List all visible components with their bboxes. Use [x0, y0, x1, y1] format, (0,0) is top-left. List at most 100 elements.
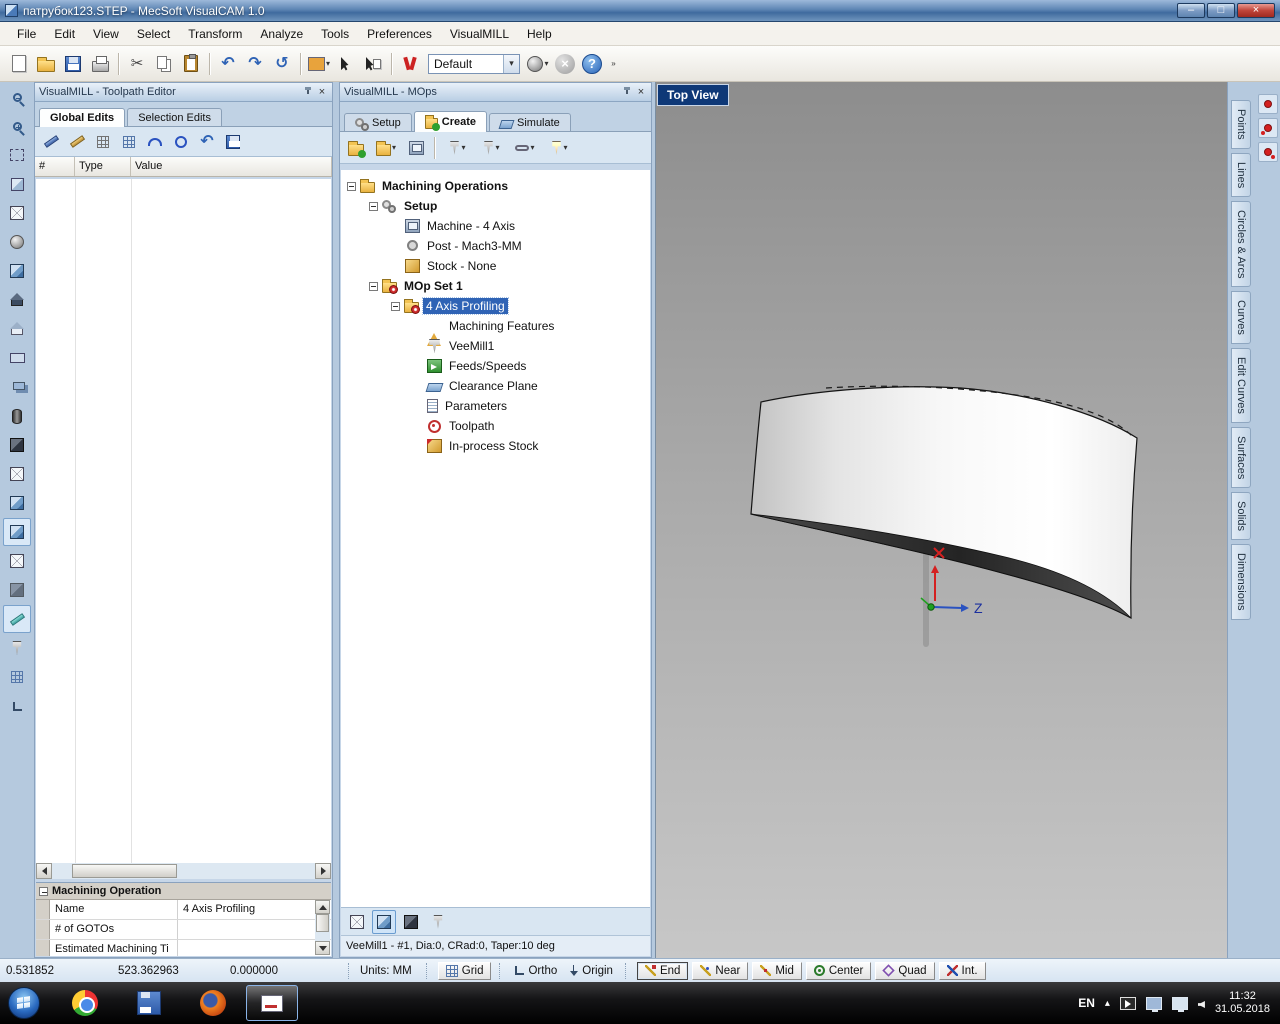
tree-item-toolpath[interactable]: Toolpath	[341, 416, 650, 436]
tree-item-machining-operations[interactable]: Machining Operations	[341, 176, 650, 196]
prop-row-name[interactable]: Name 4 Axis Profiling	[36, 900, 331, 920]
tab-solids[interactable]: Solids	[1231, 492, 1251, 541]
save-button[interactable]	[60, 51, 86, 77]
tree-item-post[interactable]: Post - Mach3-MM	[341, 236, 650, 256]
zoom-out-button[interactable]	[3, 83, 31, 111]
tab-surfaces[interactable]: Surfaces	[1231, 427, 1251, 489]
point-grid-button[interactable]	[1258, 142, 1278, 162]
menu-transform[interactable]: Transform	[179, 24, 251, 44]
tab-edit-curves[interactable]: Edit Curves	[1231, 348, 1251, 424]
snap-center-button[interactable]: Center	[805, 961, 872, 980]
tab-simulate[interactable]: Simulate	[489, 113, 571, 131]
collapse-icon[interactable]	[391, 301, 400, 311]
horizontal-scrollbar[interactable]	[36, 863, 331, 879]
scrollbar-thumb[interactable]	[72, 864, 177, 878]
tab-global-edits[interactable]: Global Edits	[39, 108, 126, 127]
circle-fit-button[interactable]	[169, 130, 193, 154]
column-value[interactable]: Value	[131, 157, 332, 176]
tool-holder-button[interactable]	[426, 910, 450, 934]
tab-setup[interactable]: Setup	[344, 113, 412, 131]
tree-item-setup[interactable]: Setup	[341, 196, 650, 216]
material-button[interactable]: ▾	[525, 51, 551, 77]
properties-scrollbar[interactable]	[315, 900, 330, 955]
post-menu-button[interactable]: ▾	[543, 136, 575, 160]
scrollbar-thumb[interactable]	[316, 914, 329, 932]
tree-item-veemill1[interactable]: VeeMill1	[341, 336, 650, 356]
tab-lines[interactable]: Lines	[1231, 152, 1251, 197]
taskbar-active-app-button[interactable]	[246, 985, 298, 1021]
origin-toggle[interactable]: Origin	[563, 963, 619, 979]
clock[interactable]: 11:32 31.05.2018	[1215, 990, 1270, 1016]
new-file-button[interactable]	[6, 51, 32, 77]
link-menu-button[interactable]: ▾	[509, 136, 541, 160]
tray-volume-icon[interactable]	[1197, 1001, 1205, 1008]
point-button[interactable]	[1258, 94, 1278, 114]
home-view-button[interactable]	[3, 286, 31, 314]
grid-display-button[interactable]	[3, 663, 31, 691]
zoom-selected-button[interactable]	[3, 199, 31, 227]
model-canvas[interactable]: Z	[656, 82, 1227, 958]
rotate-view-button[interactable]	[3, 228, 31, 256]
tree-item-4-axis-profiling[interactable]: 4 Axis Profiling	[341, 296, 650, 316]
toolpath-editor-header[interactable]: VisualMILL - Toolpath Editor ×	[35, 83, 332, 102]
restore-button[interactable]: □	[1207, 3, 1235, 18]
menu-help[interactable]: Help	[518, 24, 561, 44]
column-number[interactable]: #	[35, 157, 75, 176]
menu-select[interactable]: Select	[128, 24, 179, 44]
menu-file[interactable]: File	[8, 24, 45, 44]
menu-view[interactable]: View	[84, 24, 128, 44]
zoom-in-button[interactable]	[3, 112, 31, 140]
title-bar[interactable]: патрубок123.STEP - MecSoft VisualCAM 1.0…	[0, 0, 1280, 22]
tool-menu-button[interactable]: ▾	[441, 136, 473, 160]
brand-button[interactable]	[397, 51, 423, 77]
box-view-button[interactable]	[3, 460, 31, 488]
tree-item-parameters[interactable]: Parameters	[341, 396, 650, 416]
column-type[interactable]: Type	[75, 157, 131, 176]
select-entities-button[interactable]	[333, 51, 359, 77]
collapse-icon[interactable]	[369, 201, 378, 211]
tab-circles-arcs[interactable]: Circles & Arcs	[1231, 200, 1251, 288]
minimize-button[interactable]: –	[1177, 3, 1205, 18]
help-button[interactable]: ?	[579, 51, 605, 77]
paste-button[interactable]	[178, 51, 204, 77]
save-edit-button[interactable]	[221, 130, 245, 154]
tool-display-button[interactable]	[3, 634, 31, 662]
combo-dropdown-icon[interactable]: ▾	[503, 54, 519, 73]
toolpath-table-body[interactable]	[36, 179, 331, 863]
zoom-window-button[interactable]	[3, 141, 31, 169]
menu-edit[interactable]: Edit	[45, 24, 84, 44]
simulate-view-button[interactable]	[399, 910, 423, 934]
grid-toggle[interactable]: Grid	[437, 961, 492, 980]
profile-combo[interactable]: Default ▾	[428, 53, 520, 74]
stock-tool-view-button[interactable]	[372, 909, 396, 934]
tree-item-in-process-stock[interactable]: In-process Stock	[341, 436, 650, 456]
prop-row-gotos[interactable]: # of GOTOs	[36, 920, 331, 940]
front-view-button[interactable]	[3, 344, 31, 372]
tab-curves[interactable]: Curves	[1231, 291, 1251, 345]
abort-button[interactable]: ×	[552, 51, 578, 77]
menu-visualmill[interactable]: VisualMILL	[441, 24, 518, 44]
view-label[interactable]: Top View	[657, 84, 729, 106]
tray-media-icon[interactable]	[1119, 996, 1136, 1010]
snap-int-button[interactable]: Int.	[938, 961, 986, 980]
scroll-left-button[interactable]	[36, 863, 52, 879]
prop-row-machining-time[interactable]: Estimated Machining Ti	[36, 940, 331, 956]
taskbar-firefox-button[interactable]	[198, 988, 228, 1018]
mops-header[interactable]: VisualMILL - MOps ×	[340, 83, 651, 102]
tree-item-stock[interactable]: Stock - None	[341, 256, 650, 276]
undo-edit-button[interactable]: ↶	[195, 130, 219, 154]
undo-button[interactable]: ↶	[215, 51, 241, 77]
collapse-icon[interactable]	[347, 181, 356, 191]
snap-end-button[interactable]: End	[636, 961, 689, 980]
snap-quad-button[interactable]: Quad	[875, 961, 935, 980]
snap-mid-button[interactable]: Mid	[752, 961, 802, 980]
ortho-toggle[interactable]: Ortho	[509, 963, 563, 979]
zoom-extents-button[interactable]	[3, 170, 31, 198]
snap-near-button[interactable]: Near	[692, 961, 749, 980]
load-save-button[interactable]: ▾	[370, 136, 402, 160]
arc-fit-button[interactable]	[143, 130, 167, 154]
collapse-icon[interactable]	[39, 886, 48, 896]
scroll-down-button[interactable]	[315, 941, 330, 955]
tab-create[interactable]: Create	[413, 111, 487, 132]
tray-display-icon[interactable]	[1171, 996, 1188, 1012]
